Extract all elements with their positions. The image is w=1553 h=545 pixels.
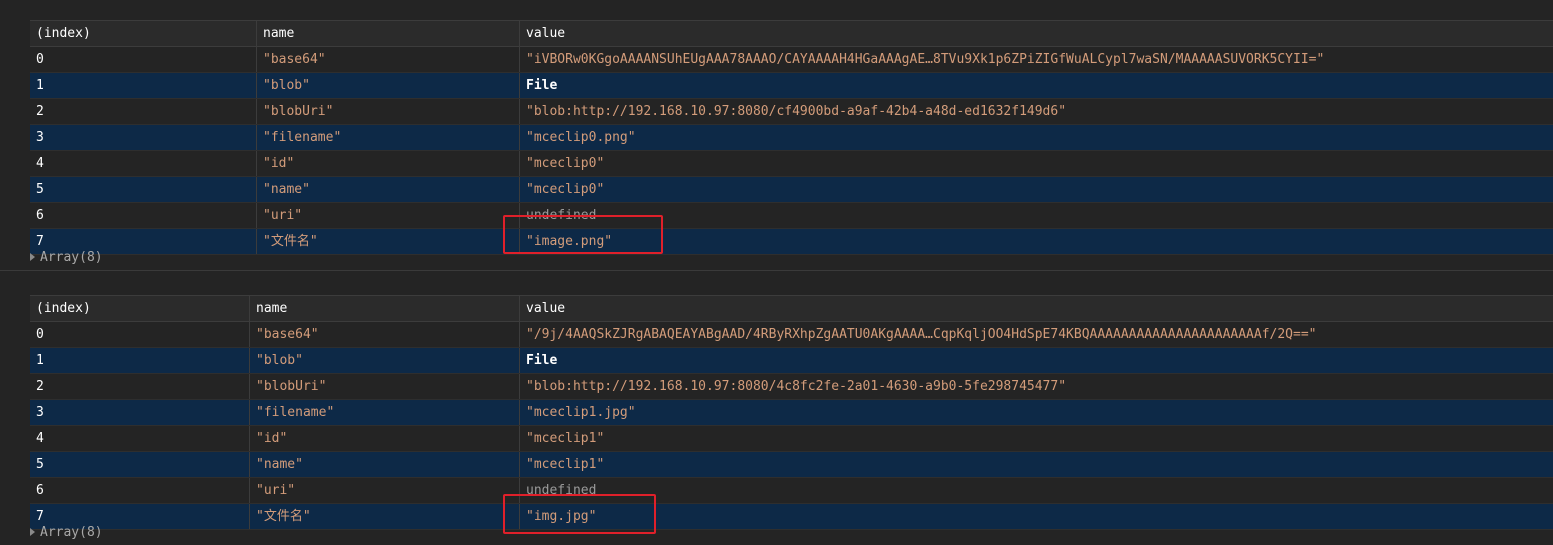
row-value: "mceclip1.jpg": [526, 405, 636, 420]
array-summary-label[interactable]: Array(8): [40, 250, 103, 265]
row-name: "blobUri": [257, 99, 520, 124]
table-row: 7 "文件名" "img.jpg": [30, 504, 1553, 530]
row-value: "/9j/4AAQSkZJRgABAQEAYABgAAD/4RByRXhpZgA…: [526, 327, 1317, 342]
row-value-object[interactable]: File: [520, 348, 1553, 373]
row-value: "mceclip0": [526, 156, 605, 171]
table-row: 0 "base64" "/9j/4AAQSkZJRgABAQEAYABgAAD/…: [30, 322, 1553, 348]
row-name: "blobUri": [250, 374, 520, 399]
console-table-1: (index) name value 0 "base64" "iVBORw0KG…: [30, 20, 1553, 255]
column-header-index[interactable]: (index): [30, 21, 257, 46]
row-value-undefined: undefined: [526, 483, 597, 498]
row-index: 3: [30, 125, 257, 150]
table-row: 4 "id" "mceclip0": [30, 151, 1553, 177]
row-index: 1: [30, 73, 257, 98]
table-row: 7 "文件名" "image.png": [30, 229, 1553, 255]
table-header-row: (index) name value: [30, 296, 1553, 322]
row-value: "blob:http://192.168.10.97:8080/4c8fc2fe…: [526, 379, 1067, 394]
row-name: "name": [250, 452, 520, 477]
row-value-object[interactable]: File: [520, 73, 1553, 98]
row-value: "mceclip0.png": [526, 130, 636, 145]
row-index: 5: [30, 452, 250, 477]
column-header-name[interactable]: name: [250, 296, 520, 321]
row-value: "mceclip1": [526, 457, 605, 472]
row-index: 6: [30, 478, 250, 503]
row-name: "id": [257, 151, 520, 176]
row-name: "uri": [257, 203, 520, 228]
row-name: "base64": [250, 322, 520, 347]
row-name: "文件名": [250, 504, 520, 529]
row-name: "filename": [257, 125, 520, 150]
red-highlight-box: [503, 494, 656, 534]
table-row: 3 "filename" "mceclip0.png": [30, 125, 1553, 151]
row-value: "image.png": [526, 234, 613, 249]
row-value: "mceclip0": [526, 182, 605, 197]
row-name: "id": [250, 426, 520, 451]
row-index: 0: [30, 322, 250, 347]
table-row: 0 "base64" "iVBORw0KGgoAAAANSUhEUgAAA78A…: [30, 47, 1553, 73]
array-summary-toggle[interactable]: Array(8): [30, 523, 103, 543]
row-name: "uri": [250, 478, 520, 503]
table-row: 2 "blobUri" "blob:http://192.168.10.97:8…: [30, 374, 1553, 400]
column-header-value[interactable]: value: [520, 21, 1553, 46]
table-row: 5 "name" "mceclip1": [30, 452, 1553, 478]
console-table-2: (index) name value 0 "base64" "/9j/4AAQS…: [30, 295, 1553, 530]
table-row: 1 "blob" File: [30, 348, 1553, 374]
console-table-block-2: (index) name value 0 "base64" "/9j/4AAQS…: [0, 270, 1553, 545]
column-header-index[interactable]: (index): [30, 296, 250, 321]
red-highlight-box: [503, 215, 663, 254]
row-index: 4: [30, 426, 250, 451]
table-row: 6 "uri" undefined: [30, 203, 1553, 229]
row-name: "filename": [250, 400, 520, 425]
array-summary-toggle[interactable]: Array(8): [30, 248, 103, 268]
row-name: "文件名": [257, 229, 520, 254]
row-name: "base64": [257, 47, 520, 72]
row-index: 0: [30, 47, 257, 72]
console-table-block-1: (index) name value 0 "base64" "iVBORw0KG…: [0, 0, 1553, 270]
row-value: "img.jpg": [526, 509, 597, 524]
row-index: 1: [30, 348, 250, 373]
expand-triangle-icon[interactable]: [30, 527, 35, 536]
table-row: 6 "uri" undefined: [30, 478, 1553, 504]
row-value: "mceclip1": [526, 431, 605, 446]
table-row: 1 "blob" File: [30, 73, 1553, 99]
row-value: "iVBORw0KGgoAAAANSUhEUgAAA78AAAO/CAYAAAA…: [526, 52, 1325, 67]
table-row: 4 "id" "mceclip1": [30, 426, 1553, 452]
row-index: 2: [30, 374, 250, 399]
expand-triangle-icon[interactable]: [30, 252, 35, 261]
table-header-row: (index) name value: [30, 21, 1553, 47]
row-index: 2: [30, 99, 257, 124]
row-name: "name": [257, 177, 520, 202]
row-value: "blob:http://192.168.10.97:8080/cf4900bd…: [526, 104, 1067, 119]
column-header-name[interactable]: name: [257, 21, 520, 46]
row-index: 5: [30, 177, 257, 202]
row-index: 6: [30, 203, 257, 228]
array-summary-label[interactable]: Array(8): [40, 525, 103, 540]
row-value-undefined: undefined: [526, 208, 597, 223]
table-row: 5 "name" "mceclip0": [30, 177, 1553, 203]
row-name: "blob": [250, 348, 520, 373]
column-header-value[interactable]: value: [520, 296, 1553, 321]
row-name: "blob": [257, 73, 520, 98]
row-index: 3: [30, 400, 250, 425]
row-index: 4: [30, 151, 257, 176]
table-row: 2 "blobUri" "blob:http://192.168.10.97:8…: [30, 99, 1553, 125]
table-row: 3 "filename" "mceclip1.jpg": [30, 400, 1553, 426]
